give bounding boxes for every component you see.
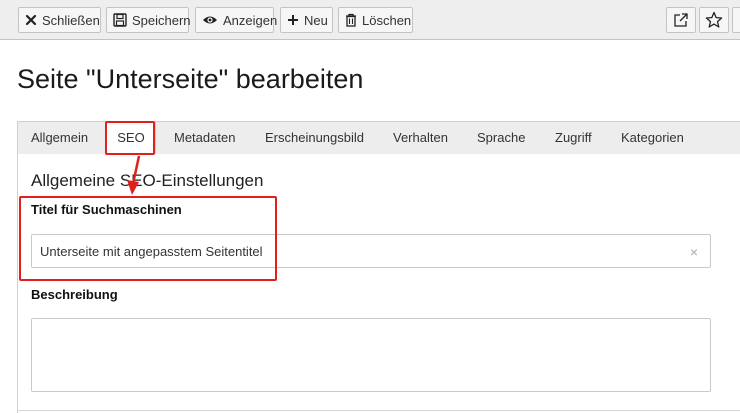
delete-button[interactable]: Löschen (338, 7, 413, 33)
tab-metadaten[interactable]: Metadaten (174, 122, 235, 154)
more-button[interactable] (732, 7, 740, 33)
seo-tab-highlight (105, 121, 155, 155)
trash-icon (345, 13, 357, 27)
open-external-button[interactable] (666, 7, 696, 33)
new-button-label: Neu (304, 12, 328, 28)
new-button[interactable]: Neu (280, 7, 333, 33)
external-link-icon (673, 12, 689, 28)
close-icon (25, 13, 37, 27)
save-button[interactable]: Speichern (106, 7, 191, 33)
description-textarea[interactable] (31, 318, 711, 392)
tab-allgemein[interactable]: Allgemein (31, 122, 88, 154)
star-icon (705, 11, 723, 29)
tab-sprache[interactable]: Sprache (477, 122, 525, 154)
panel-bottom-divider (17, 410, 740, 411)
eye-icon (202, 13, 218, 27)
tab-erscheinungsbild[interactable]: Erscheinungsbild (265, 122, 364, 154)
save-button-label: Speichern (132, 12, 191, 28)
delete-button-label: Löschen (362, 12, 412, 28)
clear-input-icon[interactable]: × (690, 244, 698, 260)
tab-verhalten[interactable]: Verhalten (393, 122, 448, 154)
tab-zugriff[interactable]: Zugriff (555, 122, 592, 154)
description-label: Beschreibung (31, 287, 118, 302)
doc-header-toolbar: Schließen Speichern Anzeigen Neu Löschen (0, 0, 740, 40)
floppy-disk-icon (113, 13, 127, 27)
view-button-label: Anzeigen (223, 12, 278, 28)
close-button[interactable]: Schließen (18, 7, 101, 33)
tab-kategorien[interactable]: Kategorien (621, 122, 684, 154)
section-heading: Allgemeine SEO-Einstellungen (31, 171, 264, 190)
close-button-label: Schließen (42, 12, 100, 28)
page-title: Seite "Unterseite" bearbeiten (17, 64, 364, 94)
view-button[interactable]: Anzeigen (195, 7, 278, 33)
bookmark-button[interactable] (699, 7, 729, 33)
seo-title-highlight (19, 196, 277, 281)
plus-icon (287, 13, 299, 27)
